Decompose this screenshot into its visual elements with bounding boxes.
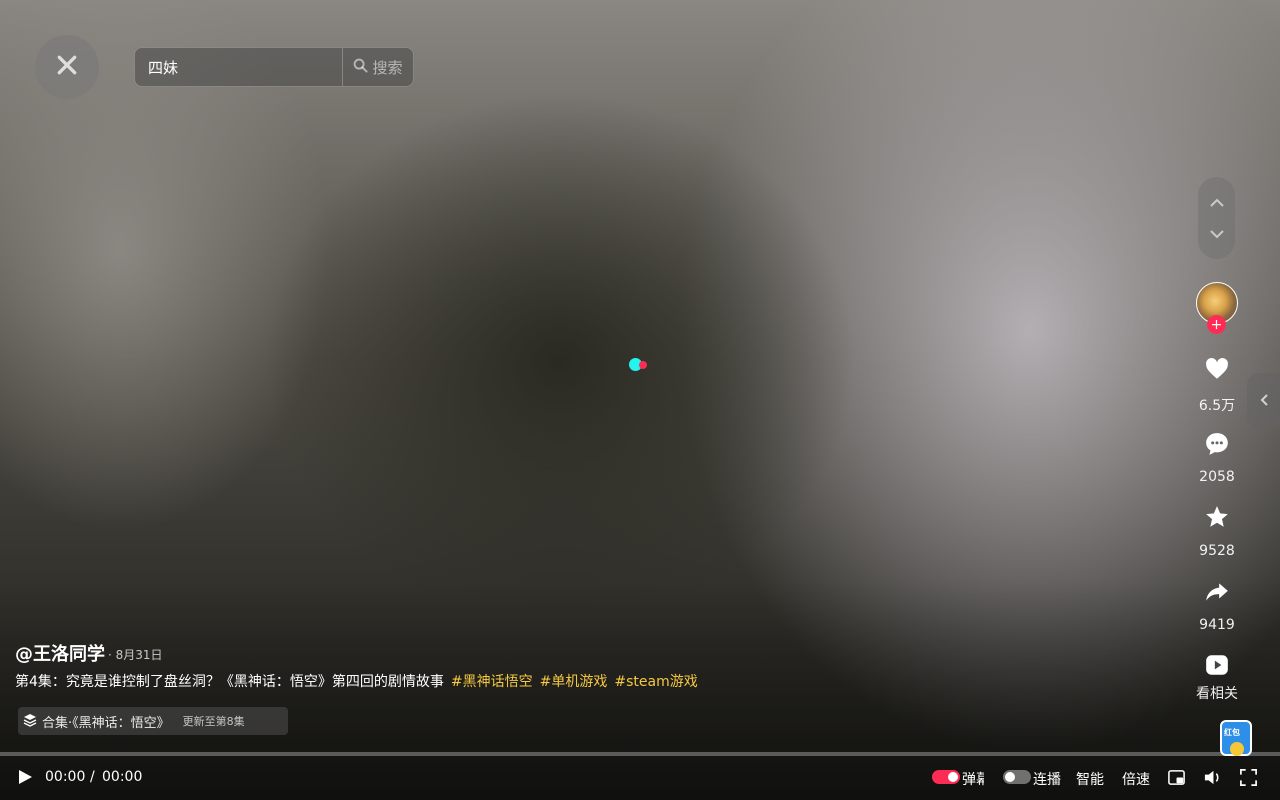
related-label: 看相关 [1196, 686, 1238, 702]
promo-text: 红包 [1224, 728, 1240, 737]
search-icon [353, 58, 369, 77]
close-button[interactable] [35, 35, 99, 99]
hashtag-link[interactable]: #黑神话悟空 [451, 671, 533, 691]
collection-update: 更新至第8集 [182, 715, 245, 728]
previous-video-button[interactable] [1207, 195, 1227, 211]
collection-stack-icon [23, 712, 37, 731]
search-input[interactable] [135, 48, 342, 86]
search-button-label: 搜索 [372, 58, 403, 77]
chevron-up-icon [1209, 198, 1224, 207]
heart-icon [1206, 358, 1228, 379]
autoplay-toggle[interactable] [1003, 770, 1031, 784]
duration: 00:00 [102, 769, 143, 785]
fullscreen-button[interactable] [1238, 767, 1258, 787]
follow-plus-icon: + [1210, 316, 1223, 333]
player-controls: 00:00 / 00:00 弹幕 连播 智能 倍速 [0, 762, 1280, 792]
loader-dot-red [639, 361, 647, 369]
picture-in-picture-button[interactable] [1166, 767, 1186, 787]
play-icon [19, 770, 32, 784]
search-button[interactable]: 搜索 [343, 48, 413, 86]
fullscreen-icon [1239, 768, 1257, 786]
current-time: 00:00 [45, 769, 86, 785]
author-name[interactable]: @王洛同学 [15, 640, 105, 666]
danmu-toggle[interactable] [932, 770, 960, 784]
comment-icon [1206, 433, 1228, 455]
video-description: 第4集：究竟是谁控制了盘丝洞？《黑神话：悟空》第四回的剧情故事 #黑神话悟空 #… [15, 671, 698, 691]
favorite-count: 9528 [1199, 543, 1235, 559]
chevron-down-icon [1209, 229, 1224, 238]
description-text: 第4集：究竟是谁控制了盘丝洞？《黑神话：悟空》第四回的剧情故事 [15, 674, 444, 690]
favorite-button[interactable] [1202, 503, 1232, 531]
related-play-icon [1206, 655, 1228, 675]
star-icon [1206, 506, 1228, 527]
comment-count: 2058 [1199, 469, 1235, 485]
like-button[interactable] [1202, 355, 1232, 383]
picture-in-picture-icon [1167, 769, 1185, 785]
collection-title: 合集·《黑神话：悟空》 [42, 715, 170, 731]
share-count: 9419 [1199, 617, 1235, 633]
post-date: · 8月31日 [108, 648, 163, 662]
progress-bar[interactable] [0, 752, 1280, 756]
hashtag-link[interactable]: #steam游戏 [614, 671, 697, 691]
collection-bar[interactable]: 合集·《黑神话：悟空》 更新至第8集 [18, 707, 288, 735]
red-packet-promo[interactable]: 红包 [1214, 718, 1258, 760]
hashtag-link[interactable]: #单机游戏 [540, 671, 608, 691]
promo-coin [1230, 742, 1244, 756]
chevron-left-icon [1260, 394, 1268, 406]
share-icon [1206, 583, 1228, 601]
next-video-button[interactable] [1207, 226, 1227, 242]
close-icon [56, 54, 78, 80]
related-button[interactable] [1202, 651, 1232, 679]
play-button[interactable] [16, 768, 34, 786]
follow-button[interactable]: + [1207, 315, 1226, 334]
share-button[interactable] [1202, 578, 1232, 606]
quality-selector[interactable]: 智能 [1076, 769, 1110, 789]
time-separator: / [90, 769, 95, 785]
volume-icon [1204, 770, 1218, 784]
volume-button[interactable] [1202, 767, 1222, 787]
video-nav-pill [1198, 177, 1235, 259]
speed-selector[interactable]: 倍速 [1122, 769, 1154, 789]
danmu-label: 弹幕 [962, 772, 984, 788]
like-count: 6.5万 [1198, 398, 1236, 414]
search-box: 搜索 [134, 47, 414, 87]
autoplay-label: 连播 [1033, 772, 1061, 788]
loading-indicator [629, 358, 649, 372]
expand-side-panel-button[interactable] [1247, 373, 1280, 427]
comment-button[interactable] [1202, 430, 1232, 458]
